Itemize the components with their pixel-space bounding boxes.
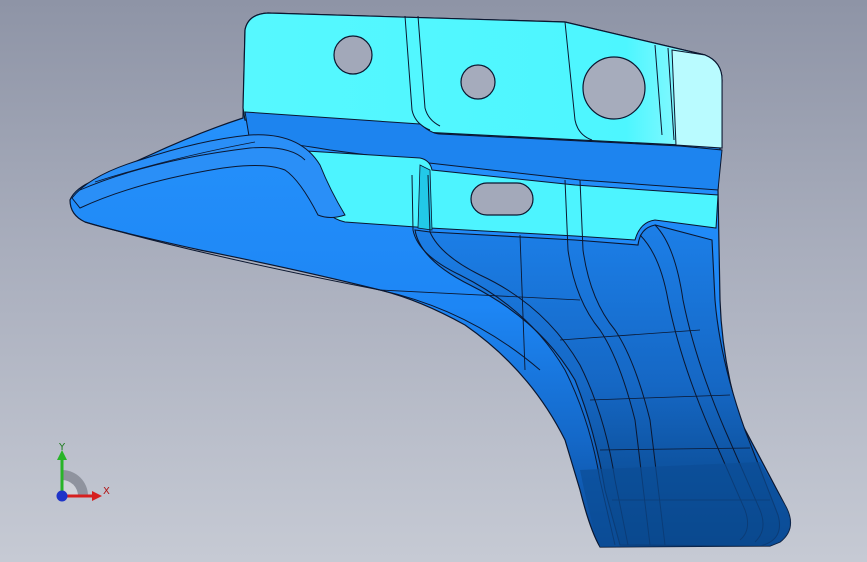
- z-axis-icon: [56, 490, 68, 502]
- model-view[interactable]: [0, 0, 867, 562]
- x-axis-label: X: [103, 486, 110, 497]
- mounting-hole[interactable]: [582, 56, 646, 120]
- plate-end-face: [671, 49, 723, 149]
- graphics-viewport[interactable]: Y X: [0, 0, 867, 562]
- mounting-hole[interactable]: [333, 35, 373, 75]
- slot-hole[interactable]: [470, 182, 534, 216]
- x-arrow-icon: [92, 491, 102, 501]
- bottom-shadow-face: [580, 462, 791, 547]
- y-axis-label: Y: [59, 442, 66, 453]
- mounting-hole[interactable]: [460, 64, 496, 100]
- coordinate-triad: Y X: [48, 440, 118, 510]
